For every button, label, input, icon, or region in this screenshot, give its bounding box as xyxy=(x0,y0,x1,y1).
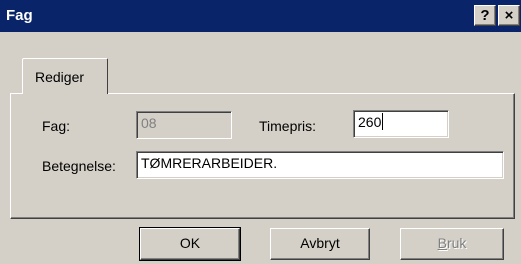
ok-button[interactable]: OK xyxy=(139,227,241,261)
betegnelse-field[interactable]: TØMRERARBEIDER. xyxy=(136,151,504,179)
cancel-label: Avbryt xyxy=(300,235,340,251)
fag-value: 08 xyxy=(141,115,157,131)
apply-label-mnemonic: B xyxy=(437,235,447,251)
close-button[interactable]: × xyxy=(498,5,520,26)
tab-rediger[interactable]: Rediger xyxy=(22,58,108,94)
fag-label: Fag: xyxy=(42,118,71,134)
window-title: Fag xyxy=(6,7,33,24)
timepris-label: Timepris: xyxy=(259,118,317,134)
help-icon: ? xyxy=(480,7,490,24)
fag-dialog: Fag ? × Rediger Fag: 08 Timepris: 260 Be… xyxy=(0,0,521,264)
apply-button[interactable]: Bruk xyxy=(400,228,504,260)
betegnelse-label: Betegnelse: xyxy=(42,158,116,174)
help-button[interactable]: ? xyxy=(474,5,496,26)
ok-label: OK xyxy=(179,235,201,251)
timepris-value: 260 xyxy=(358,114,382,130)
apply-label-rest: ruk xyxy=(446,235,467,251)
betegnelse-value: TØMRERARBEIDER. xyxy=(141,155,278,171)
title-bar[interactable]: Fag ? × xyxy=(0,0,521,32)
text-caret xyxy=(382,113,384,130)
timepris-field[interactable]: 260 xyxy=(353,110,449,138)
tab-label: Rediger xyxy=(35,69,85,85)
cancel-button[interactable]: Avbryt xyxy=(270,228,370,260)
close-icon: × xyxy=(504,7,514,24)
fag-field: 08 xyxy=(136,111,232,139)
